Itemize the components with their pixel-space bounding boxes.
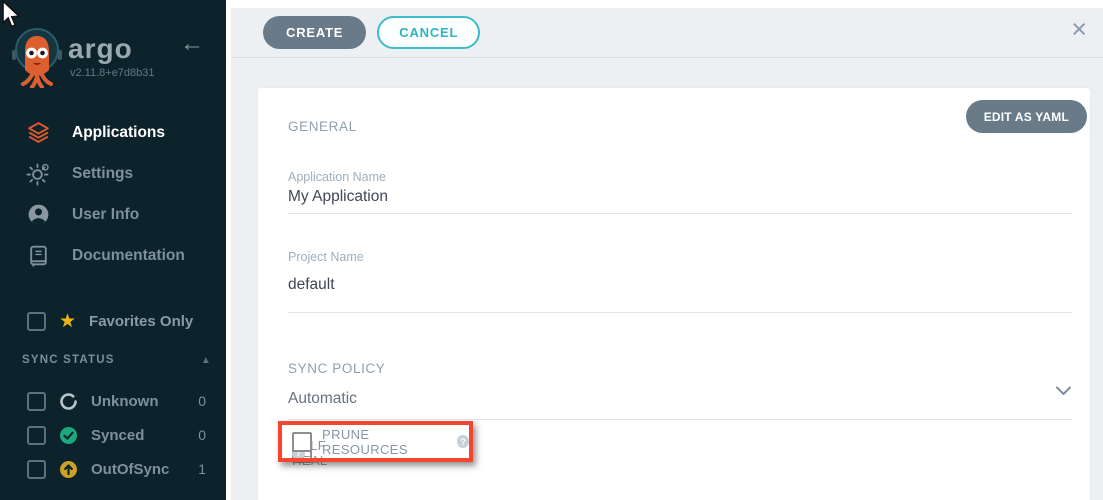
general-section-title: GENERAL [288, 119, 357, 134]
collapse-sidebar-arrow-icon[interactable]: ← [180, 30, 204, 58]
applications-layers-icon [26, 120, 51, 145]
favorites-only-filter: ★ Favorites Only [27, 312, 193, 331]
prune-resources-label: PRUNE RESOURCES [322, 427, 447, 457]
unknown-checkbox[interactable] [27, 392, 46, 411]
edit-as-yaml-button[interactable]: EDIT AS YAML [966, 100, 1087, 133]
create-button[interactable]: CREATE [263, 16, 366, 49]
unknown-status-icon [59, 392, 78, 411]
sidebar-item-settings[interactable]: Settings [0, 153, 226, 194]
outofsync-checkbox[interactable] [27, 460, 46, 479]
filter-count: 0 [198, 427, 206, 443]
filter-count: 0 [198, 393, 206, 409]
sync-status-section-header: SYNC STATUS ▲ [22, 354, 212, 366]
main-content: CREATE CANCEL × GENERAL EDIT AS YAML App… [231, 8, 1103, 500]
cancel-button[interactable]: CANCEL [377, 16, 480, 49]
sidebar-nav: Applications Settings [0, 112, 226, 276]
close-icon[interactable]: × [1071, 16, 1087, 43]
sidebar-item-label: Documentation [72, 247, 185, 265]
argo-logo [12, 26, 64, 88]
filter-label: Unknown [91, 393, 185, 410]
filter-count: 1 [198, 461, 206, 477]
sync-status-title: SYNC STATUS [22, 354, 115, 366]
brand-wordmark: argo [68, 33, 133, 65]
help-icon[interactable]: ? [457, 435, 469, 448]
documentation-book-icon [26, 243, 51, 268]
sync-policy-select[interactable]: Automatic [288, 390, 357, 408]
star-icon: ★ [59, 312, 76, 331]
synced-status-icon [59, 426, 78, 445]
sync-policy-section-title: SYNC POLICY [288, 361, 385, 376]
version-label: v2.11.8+e7d8b31 [70, 67, 155, 79]
sidebar-item-label: Settings [72, 165, 133, 183]
filter-label: OutOfSync [91, 461, 185, 478]
argo-create-application-screen: argo v2.11.8+e7d8b31 ← Applications [0, 0, 1103, 500]
chevron-down-icon[interactable] [1055, 385, 1072, 397]
prune-resources-checkbox[interactable] [292, 432, 312, 452]
create-application-form-panel: GENERAL EDIT AS YAML Application Name My… [258, 88, 1090, 500]
sidebar-item-label: User Info [72, 206, 139, 224]
synced-checkbox[interactable] [27, 426, 46, 445]
sync-status-filters: Unknown 0 Synced 0 OutOfSync 1 [27, 384, 206, 486]
sidebar-item-user-info[interactable]: User Info [0, 194, 226, 235]
prune-resources-highlight-box: PRUNE RESOURCES ? [278, 421, 473, 462]
sidebar: argo v2.11.8+e7d8b31 ← Applications [0, 0, 226, 500]
select-underline [288, 419, 1072, 420]
user-icon [26, 202, 51, 227]
filter-row-synced: Synced 0 [27, 418, 206, 452]
sidebar-item-applications[interactable]: Applications [0, 112, 226, 153]
outofsync-status-icon [59, 460, 78, 479]
top-toolbar: CREATE CANCEL [231, 8, 1103, 58]
project-name-label: Project Name [288, 250, 364, 264]
favorites-only-label: Favorites Only [89, 313, 193, 330]
filter-row-unknown: Unknown 0 [27, 384, 206, 418]
project-name-input[interactable]: default [288, 276, 335, 294]
sidebar-item-label: Applications [72, 124, 165, 142]
application-name-input[interactable]: My Application [288, 188, 388, 206]
mouse-cursor [0, 0, 20, 30]
collapse-section-icon[interactable]: ▲ [201, 355, 212, 366]
filter-label: Synced [91, 427, 185, 444]
sidebar-item-documentation[interactable]: Documentation [0, 235, 226, 276]
application-name-label: Application Name [288, 170, 386, 184]
input-underline [288, 213, 1072, 214]
favorites-only-checkbox[interactable] [27, 312, 46, 331]
input-underline [288, 312, 1072, 313]
filter-row-outofsync: OutOfSync 1 [27, 452, 206, 486]
gear-icon [26, 161, 51, 186]
